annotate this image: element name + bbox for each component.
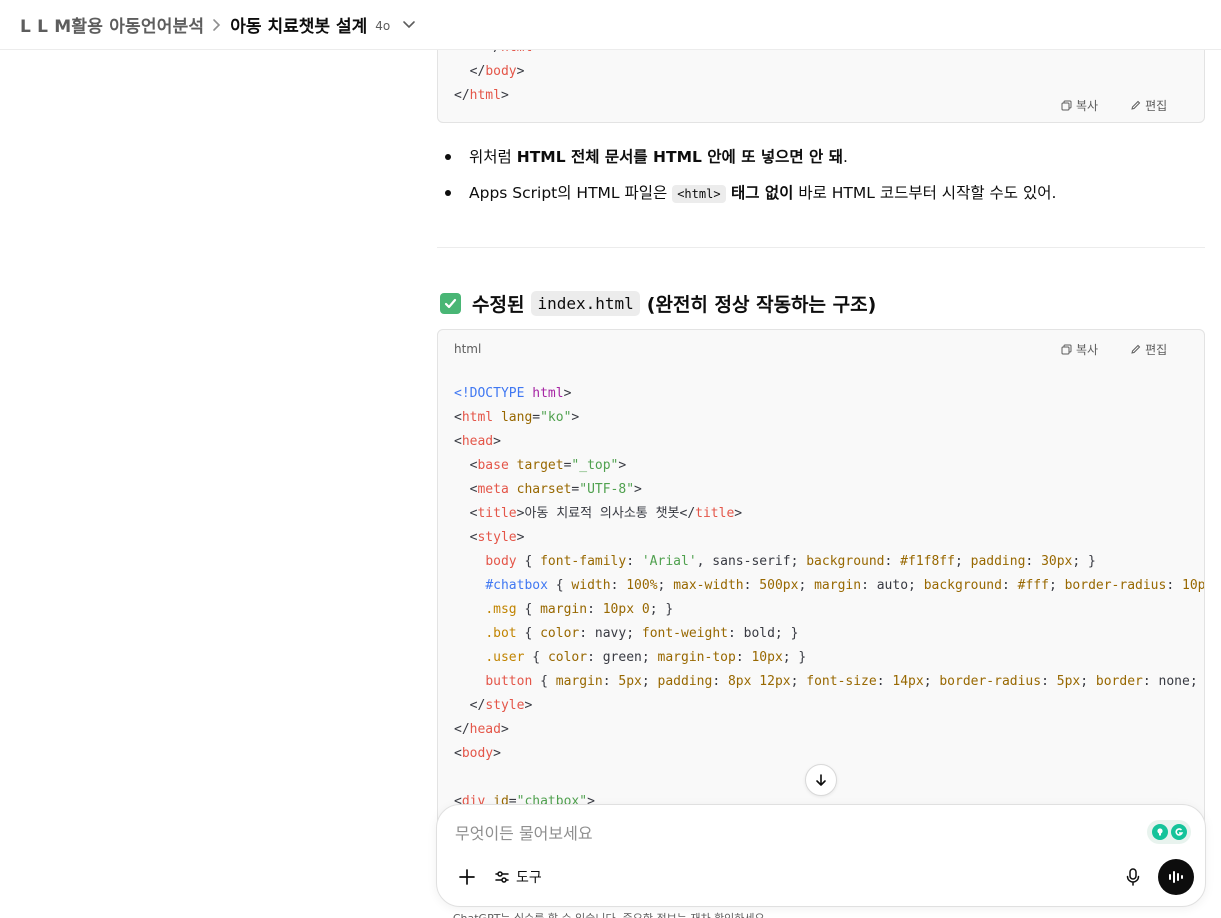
tools-label: 도구 bbox=[516, 870, 542, 886]
arrow-down-icon bbox=[816, 774, 826, 786]
inline-code: <html> bbox=[672, 185, 726, 203]
bullet-list: 위처럼 HTML 전체 문서를 HTML 안에 또 넣으면 안 돼. Apps … bbox=[445, 144, 1056, 216]
voice-mode-button[interactable] bbox=[1158, 859, 1194, 895]
scroll-to-bottom-button[interactable] bbox=[805, 764, 837, 796]
prompt-input[interactable] bbox=[455, 821, 1135, 845]
edit-button[interactable]: 편집 bbox=[1130, 341, 1167, 358]
divider bbox=[437, 247, 1205, 248]
top-bar: L L M활용 아동언어분석 아동 치료챗봇 설계 4o bbox=[0, 0, 1221, 50]
grammarly-icon bbox=[1170, 824, 1187, 840]
bulb-icon bbox=[1151, 824, 1168, 840]
code-actions: 복사 편집 bbox=[1061, 97, 1167, 114]
sliders-icon bbox=[495, 871, 509, 883]
project-breadcrumb[interactable]: L L M활용 아동언어분석 bbox=[20, 12, 204, 37]
dictate-button[interactable] bbox=[1121, 865, 1145, 889]
plus-icon bbox=[459, 869, 475, 885]
copy-button[interactable]: 복사 bbox=[1061, 341, 1098, 358]
waveform-icon bbox=[1169, 871, 1183, 883]
list-item: 위처럼 HTML 전체 문서를 HTML 안에 또 넣으면 안 돼. bbox=[445, 144, 1056, 180]
title-code: index.html bbox=[531, 291, 640, 316]
code-language-label: html bbox=[454, 342, 482, 356]
edit-button[interactable]: 편집 bbox=[1130, 97, 1167, 114]
microphone-icon bbox=[1126, 868, 1140, 886]
list-item: Apps Script의 HTML 파일은 <html> 태그 없이 바로 HT… bbox=[445, 180, 1056, 216]
disclaimer: ChatGPT는 실수를 할 수 있습니다. 중요한 정보는 재차 확인하세요. bbox=[0, 910, 1221, 918]
grammarly-widget[interactable] bbox=[1147, 820, 1191, 844]
copy-button[interactable]: 복사 bbox=[1061, 97, 1098, 114]
pencil-icon bbox=[1131, 100, 1141, 110]
add-attachment-button[interactable] bbox=[455, 865, 479, 889]
code-block-index-html: html 복사 편집 <!DOCTYPE html> <html lang="k… bbox=[437, 329, 1205, 829]
model-badge[interactable]: 4o bbox=[375, 19, 390, 33]
pencil-icon bbox=[1131, 344, 1141, 354]
chat-title[interactable]: 아동 치료챗봇 설계 bbox=[230, 12, 367, 37]
chevron-right-icon bbox=[212, 18, 222, 32]
code-text: <!DOCTYPE html> <html lang="ko"> <head> … bbox=[454, 386, 1205, 809]
check-icon bbox=[440, 293, 461, 314]
chevron-down-icon[interactable] bbox=[402, 20, 416, 30]
code-actions: 복사 편집 bbox=[1061, 341, 1167, 358]
message-composer: 도구 bbox=[436, 804, 1206, 907]
copy-icon bbox=[1061, 100, 1072, 111]
copy-icon bbox=[1061, 344, 1072, 355]
tools-button[interactable]: 도구 bbox=[494, 865, 542, 889]
section-heading: 수정된 index.html (완전히 정상 작동하는 구조) bbox=[440, 290, 876, 317]
